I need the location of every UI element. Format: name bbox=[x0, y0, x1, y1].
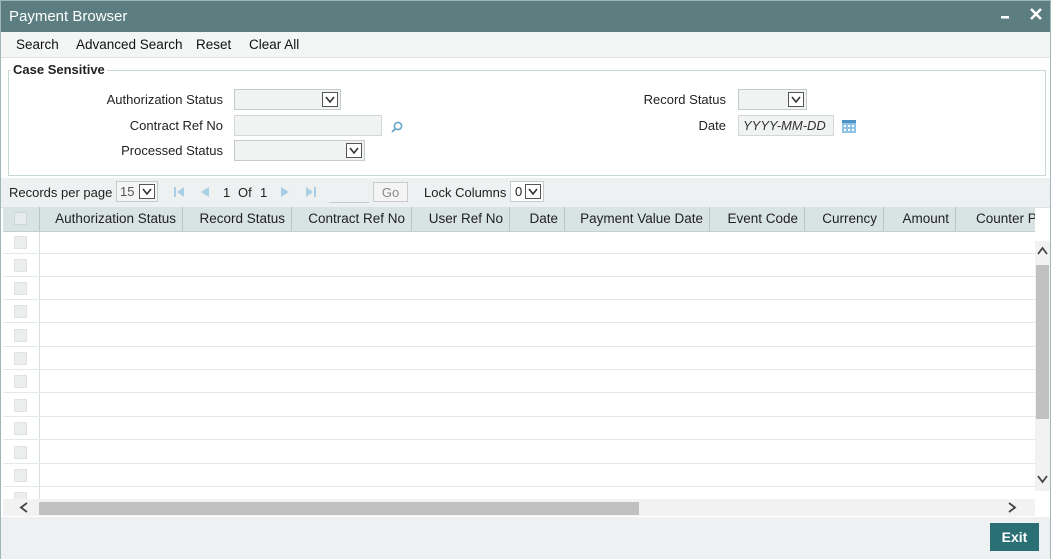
row-checkbox[interactable] bbox=[14, 282, 27, 295]
row-checkbox[interactable] bbox=[14, 352, 27, 365]
select-all-header[interactable] bbox=[3, 207, 40, 231]
lock-columns-label: Lock Columns bbox=[424, 185, 507, 200]
reset-button[interactable]: Reset bbox=[196, 37, 231, 52]
records-per-page-select[interactable]: 15 bbox=[116, 181, 158, 202]
lock-columns-select[interactable]: 0 bbox=[510, 181, 544, 202]
row-checkbox[interactable] bbox=[14, 399, 27, 412]
horizontal-scroll-thumb[interactable] bbox=[39, 502, 639, 515]
chevron-down-icon bbox=[346, 143, 362, 158]
advanced-search-button[interactable]: Advanced Search bbox=[76, 37, 183, 52]
table-row[interactable] bbox=[3, 487, 1035, 499]
authorization-status-label: Authorization Status bbox=[106, 92, 223, 107]
scroll-left-icon[interactable] bbox=[18, 501, 30, 514]
grid-header: Authorization Status Record Status Contr… bbox=[3, 207, 1035, 232]
row-checkbox[interactable] bbox=[14, 259, 27, 272]
page-number-input[interactable] bbox=[329, 182, 369, 203]
current-page: 1 bbox=[223, 185, 231, 200]
of-label: Of bbox=[238, 185, 252, 200]
table-row[interactable] bbox=[3, 300, 1035, 323]
column-header[interactable]: Event Code bbox=[710, 207, 805, 231]
last-page-icon[interactable] bbox=[304, 185, 318, 199]
column-header[interactable]: Contract Ref No bbox=[292, 207, 412, 231]
column-header[interactable]: Counter P bbox=[956, 207, 1035, 231]
table-row[interactable] bbox=[3, 394, 1035, 417]
column-header[interactable]: Date bbox=[510, 207, 565, 231]
lock-columns-value: 0 bbox=[515, 184, 523, 199]
prev-page-icon[interactable] bbox=[198, 185, 212, 199]
results-grid: Authorization Status Record Status Contr… bbox=[3, 207, 1035, 499]
first-page-icon[interactable] bbox=[172, 185, 186, 199]
processed-status-label: Processed Status bbox=[121, 143, 223, 158]
footer-bar bbox=[1, 517, 1050, 559]
date-input[interactable]: YYYY-MM-DD bbox=[738, 115, 834, 136]
calendar-icon[interactable] bbox=[841, 118, 857, 134]
table-row[interactable] bbox=[3, 441, 1035, 464]
payment-browser-window: Payment Browser Search Advanced Search R… bbox=[0, 0, 1051, 559]
close-icon[interactable] bbox=[1025, 5, 1047, 27]
window-title: Payment Browser bbox=[9, 8, 128, 25]
table-row[interactable] bbox=[3, 324, 1035, 347]
table-row[interactable] bbox=[3, 370, 1035, 393]
vertical-scroll-thumb[interactable] bbox=[1036, 265, 1049, 419]
exit-button[interactable]: Exit bbox=[990, 523, 1039, 551]
scroll-down-icon[interactable] bbox=[1036, 473, 1049, 485]
table-row[interactable] bbox=[3, 277, 1035, 300]
title-bar: Payment Browser bbox=[1, 1, 1050, 32]
scroll-right-icon[interactable] bbox=[1006, 501, 1018, 514]
table-row[interactable] bbox=[3, 417, 1035, 440]
row-checkbox[interactable] bbox=[14, 329, 27, 342]
record-status-label: Record Status bbox=[643, 92, 726, 107]
scroll-up-icon[interactable] bbox=[1036, 245, 1049, 257]
column-header[interactable]: User Ref No bbox=[412, 207, 510, 231]
total-pages: 1 bbox=[260, 185, 268, 200]
row-checkbox[interactable] bbox=[14, 375, 27, 388]
contract-ref-no-input[interactable] bbox=[234, 115, 382, 136]
chevron-down-icon bbox=[525, 184, 541, 199]
date-label: Date bbox=[698, 118, 726, 133]
column-header[interactable]: Payment Value Date bbox=[565, 207, 710, 231]
next-page-icon[interactable] bbox=[278, 185, 292, 199]
record-status-select[interactable] bbox=[738, 89, 807, 110]
search-button[interactable]: Search bbox=[16, 37, 59, 52]
column-header[interactable]: Currency bbox=[805, 207, 884, 231]
chevron-down-icon bbox=[322, 92, 338, 107]
row-checkbox[interactable] bbox=[14, 422, 27, 435]
chevron-down-icon bbox=[139, 184, 155, 199]
minimize-icon[interactable] bbox=[994, 5, 1016, 27]
column-header[interactable]: Amount bbox=[884, 207, 956, 231]
contract-ref-no-label: Contract Ref No bbox=[129, 118, 223, 133]
row-checkbox[interactable] bbox=[14, 492, 27, 499]
row-checkbox[interactable] bbox=[14, 305, 27, 318]
records-per-page-label: Records per page bbox=[9, 185, 113, 200]
table-row[interactable] bbox=[3, 254, 1035, 277]
processed-status-select[interactable] bbox=[234, 140, 365, 161]
authorization-status-select[interactable] bbox=[234, 89, 341, 110]
table-row[interactable] bbox=[3, 464, 1035, 487]
records-per-page-value: 15 bbox=[120, 184, 135, 199]
table-row[interactable] bbox=[3, 231, 1035, 254]
case-sensitive-legend: Case Sensitive bbox=[11, 62, 107, 77]
row-checkbox[interactable] bbox=[14, 236, 27, 249]
column-header[interactable]: Record Status bbox=[183, 207, 292, 231]
go-button[interactable]: Go bbox=[373, 182, 408, 202]
select-all-checkbox[interactable] bbox=[14, 212, 27, 225]
row-checkbox[interactable] bbox=[14, 469, 27, 482]
clear-all-button[interactable]: Clear All bbox=[249, 37, 299, 52]
table-row[interactable] bbox=[3, 347, 1035, 370]
column-header[interactable]: Authorization Status bbox=[40, 207, 183, 231]
row-checkbox[interactable] bbox=[14, 446, 27, 459]
chevron-down-icon bbox=[788, 92, 804, 107]
menu-bar: Search Advanced Search Reset Clear All bbox=[1, 32, 1050, 58]
search-icon[interactable] bbox=[390, 120, 404, 134]
